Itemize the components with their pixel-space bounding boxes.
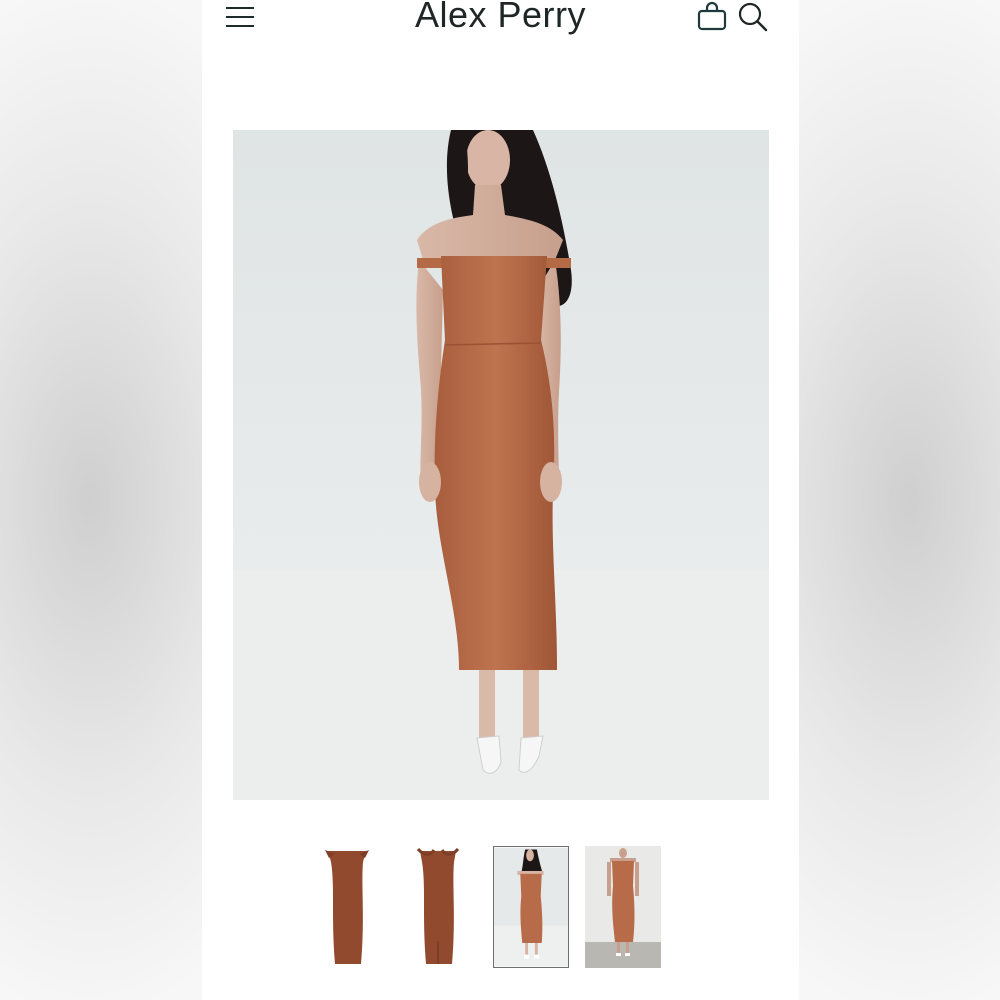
thumbnail-strip bbox=[202, 846, 799, 970]
thumbnail-model-grey[interactable] bbox=[585, 846, 661, 968]
search-icon[interactable] bbox=[736, 0, 770, 34]
mobile-page: Alex Perry bbox=[202, 0, 799, 1000]
thumbnail-dress-back[interactable] bbox=[400, 846, 476, 968]
site-header: Alex Perry bbox=[202, 0, 799, 40]
shopping-bag-icon[interactable] bbox=[696, 0, 728, 32]
product-main-image[interactable] bbox=[233, 130, 769, 800]
thumbnail-model-white[interactable] bbox=[493, 846, 569, 968]
thumbnail-dress-front[interactable] bbox=[309, 846, 385, 968]
